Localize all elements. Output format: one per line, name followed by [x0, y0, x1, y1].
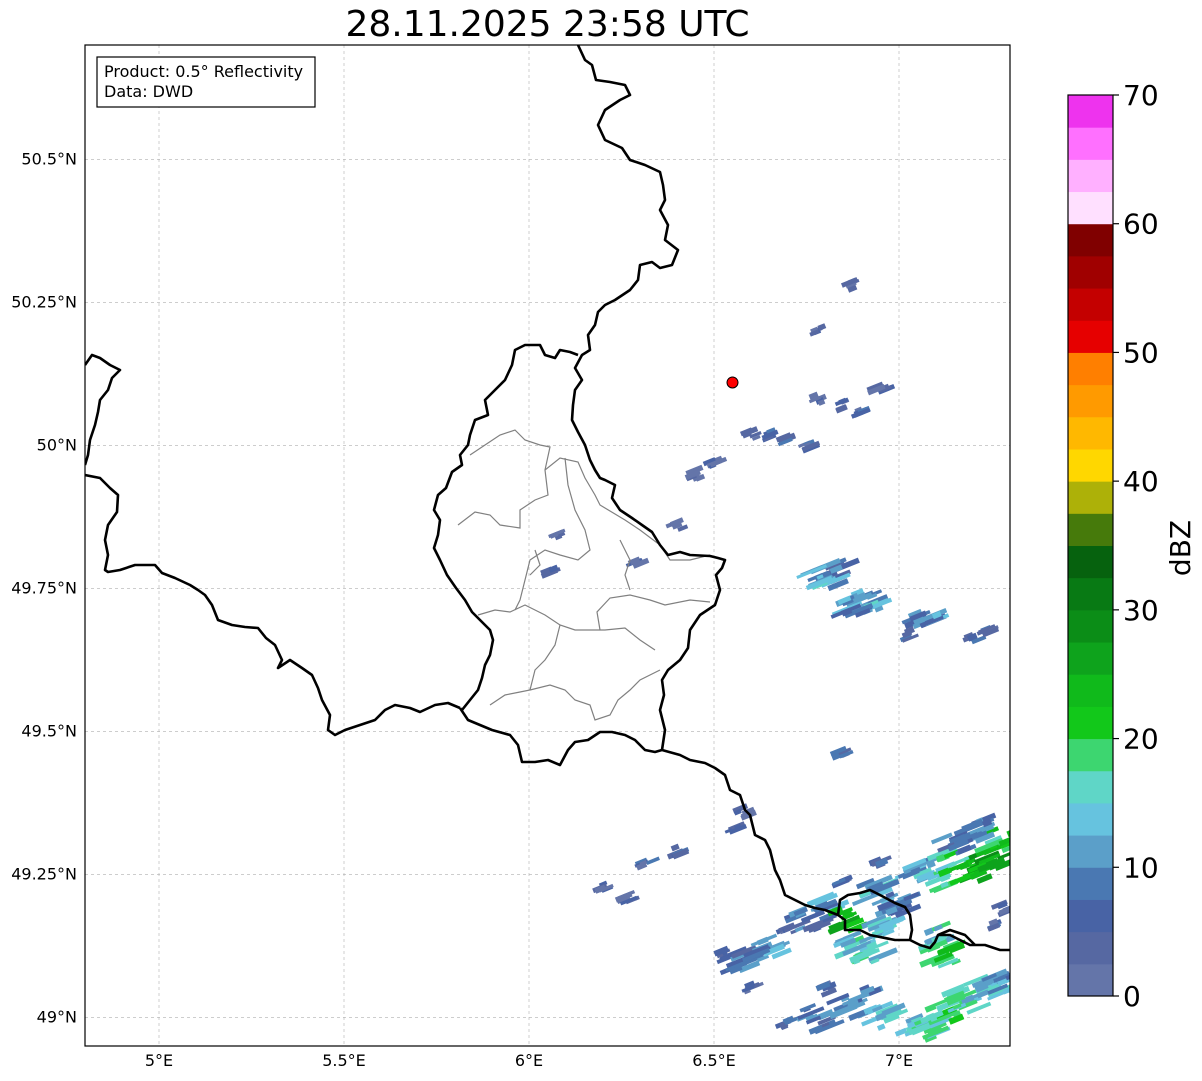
lat-tick-label: 50.5°N	[21, 149, 77, 168]
colorbar-tick-label: 0	[1123, 980, 1141, 1013]
lon-tick-label: 5°E	[145, 1051, 173, 1070]
colorbar-tick-label: 10	[1123, 851, 1159, 884]
colorbar-segment	[1068, 255, 1113, 289]
lat-tick-label: 49.25°N	[11, 864, 77, 883]
lon-tick-label: 6°E	[515, 1051, 543, 1070]
lat-tick-label: 49.75°N	[11, 578, 77, 597]
lat-tick-label: 50°N	[37, 435, 77, 454]
map-panel[interactable]: Product: 0.5° Reflectivity Data: DWD 49°…	[11, 44, 1026, 1070]
colorbar-segment	[1068, 867, 1113, 900]
colorbar-segment	[1068, 642, 1113, 675]
colorbar-segment	[1068, 127, 1113, 160]
colorbar-segment	[1068, 963, 1113, 997]
lon-tick-label: 6.5°E	[692, 1051, 736, 1070]
colorbar-segment	[1068, 674, 1113, 707]
colorbar: 0 10 20 30 40 50 60 70 dBZ	[1067, 79, 1197, 1013]
lon-tick-label: 5.5°E	[322, 1051, 366, 1070]
colorbar-tick-label: 40	[1123, 465, 1159, 498]
colorbar-segment	[1068, 320, 1113, 353]
colorbar-segment	[1068, 545, 1113, 579]
colorbar-segment	[1068, 159, 1113, 193]
colorbar-tick-label: 20	[1123, 723, 1159, 756]
colorbar-segment	[1068, 481, 1113, 514]
colorbar-segment	[1068, 448, 1113, 482]
colorbar-segment	[1068, 95, 1113, 128]
radar-figure: Product: 0.5° Reflectivity Data: DWD 49°…	[11, 44, 1197, 1070]
radar-site-icon	[726, 376, 739, 389]
info-box: Product: 0.5° Reflectivity Data: DWD	[96, 56, 316, 108]
colorbar-segment	[1068, 352, 1113, 386]
colorbar-segment	[1068, 288, 1113, 321]
radar-echo-cell	[1012, 829, 1021, 837]
colorbar-segment	[1068, 191, 1113, 225]
colorbar-tick-label: 50	[1123, 336, 1159, 369]
colorbar-tick-label: 60	[1123, 208, 1159, 241]
info-product-text: Product: 0.5° Reflectivity	[104, 62, 303, 81]
colorbar-segment	[1068, 931, 1113, 965]
lat-tick-label: 50.25°N	[11, 292, 77, 311]
colorbar-segment	[1068, 384, 1113, 418]
colorbar-segment	[1068, 770, 1113, 804]
colorbar-segment	[1068, 802, 1113, 836]
colorbar-segments	[1068, 95, 1113, 997]
colorbar-segment	[1068, 738, 1113, 772]
info-data-text: Data: DWD	[104, 82, 193, 101]
colorbar-segment	[1068, 223, 1113, 257]
colorbar-tick-label: 70	[1123, 79, 1159, 112]
colorbar-segment	[1068, 577, 1113, 611]
colorbar-tick-label: 30	[1123, 594, 1159, 627]
colorbar-segment	[1068, 706, 1113, 740]
colorbar-segment	[1068, 835, 1113, 868]
colorbar-segment	[1068, 513, 1113, 546]
colorbar-unit-label: dBZ	[1164, 520, 1197, 576]
colorbar-segment	[1068, 899, 1113, 933]
lon-tick-label: 7°E	[885, 1051, 913, 1070]
radar-site-marker	[726, 376, 739, 389]
lat-tick-label: 49.5°N	[21, 721, 77, 740]
colorbar-segment	[1068, 609, 1113, 643]
colorbar-ticks: 0 10 20 30 40 50 60 70	[1113, 79, 1159, 1013]
colorbar-segment	[1068, 416, 1113, 450]
lat-tick-label: 49°N	[37, 1007, 77, 1026]
